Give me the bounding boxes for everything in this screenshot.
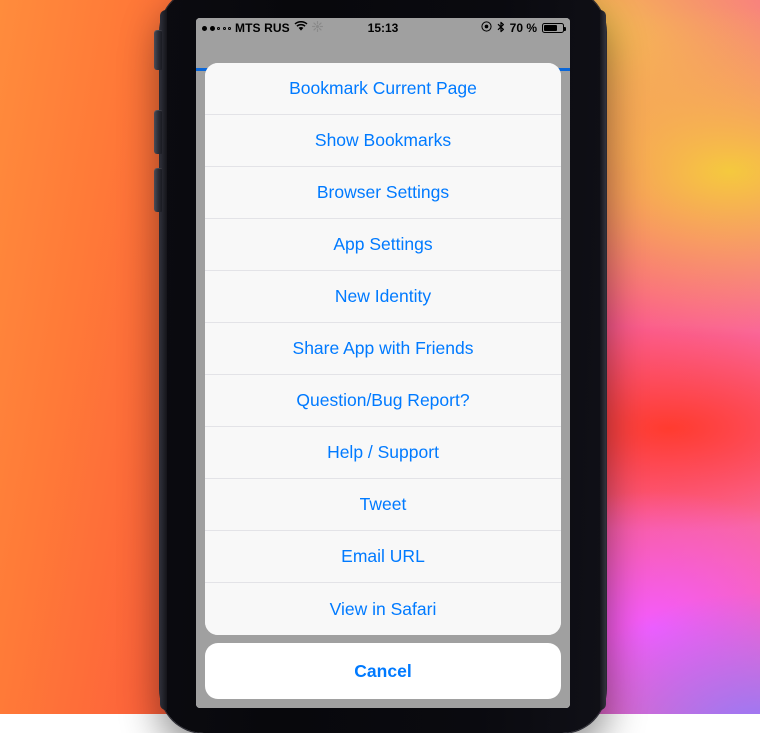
action-sheet-items-group: Bookmark Current Page Show Bookmarks Bro… [205, 63, 561, 635]
sheet-item-email-url[interactable]: Email URL [205, 531, 561, 583]
sheet-item-bookmark-current-page[interactable]: Bookmark Current Page [205, 63, 561, 115]
volume-up-button[interactable] [154, 110, 162, 154]
volume-down-button[interactable] [154, 168, 162, 212]
wifi-icon [294, 21, 308, 35]
sheet-item-new-identity[interactable]: New Identity [205, 271, 561, 323]
sheet-item-show-bookmarks[interactable]: Show Bookmarks [205, 115, 561, 167]
network-activity-icon [312, 21, 323, 35]
status-bar-right: 70 % [398, 21, 564, 36]
location-services-icon [481, 21, 492, 35]
clock-label: 15:13 [368, 21, 399, 35]
phone-right-edge [600, 10, 606, 710]
cancel-button[interactable]: Cancel [205, 643, 561, 699]
sheet-item-question-bug-report[interactable]: Question/Bug Report? [205, 375, 561, 427]
sheet-item-help-support[interactable]: Help / Support [205, 427, 561, 479]
carrier-label: MTS RUS [235, 21, 290, 35]
battery-icon [542, 23, 564, 33]
battery-percent-label: 70 % [510, 21, 537, 35]
sheet-item-view-in-safari[interactable]: View in Safari [205, 583, 561, 635]
mute-switch-button[interactable] [154, 30, 162, 70]
phone-screen: MTS RUS [196, 18, 570, 708]
action-sheet: Bookmark Current Page Show Bookmarks Bro… [205, 63, 561, 699]
sheet-item-app-settings[interactable]: App Settings [205, 219, 561, 271]
status-bar-left: MTS RUS [202, 21, 368, 35]
status-bar-center: 15:13 [368, 21, 399, 35]
sheet-item-share-app-with-friends[interactable]: Share App with Friends [205, 323, 561, 375]
bluetooth-icon [497, 21, 505, 36]
sheet-item-browser-settings[interactable]: Browser Settings [205, 167, 561, 219]
phone-device-frame: MTS RUS [160, 0, 606, 733]
cellular-signal-icon [202, 26, 231, 31]
status-bar: MTS RUS [196, 18, 570, 38]
sheet-item-tweet[interactable]: Tweet [205, 479, 561, 531]
